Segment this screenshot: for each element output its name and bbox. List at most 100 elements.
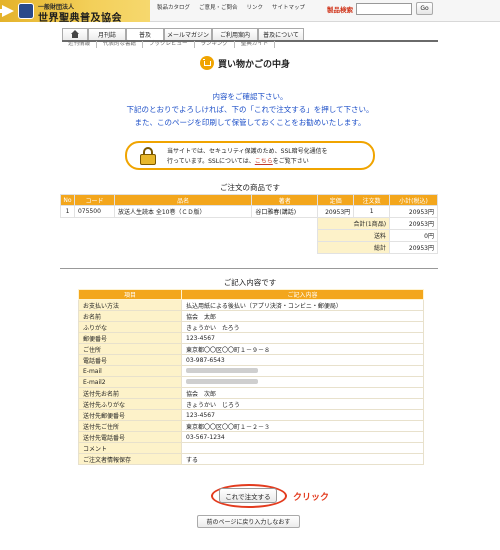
entry-value: きょうかい じろう — [181, 398, 424, 410]
tab-books[interactable]: 普及 — [126, 28, 164, 40]
col-price: 定価 — [317, 194, 355, 206]
entry-value-redacted — [181, 376, 424, 388]
click-annotation: クリック — [293, 493, 330, 503]
order-table: No コード 品名 著者 定価 注文数 小計(税込) 1 075500 放送人生… — [60, 194, 438, 254]
entry-value: きょうかい たろう — [181, 321, 424, 333]
intro-line: 下記のとおりでよろしければ、下の「これで注文する」を押して下さい。 — [126, 105, 374, 114]
tab-about[interactable]: 普及について — [258, 28, 304, 40]
top-link-sitemap[interactable]: サイトマップ — [272, 3, 305, 11]
entry-label: お支払い方法 — [78, 299, 182, 311]
intro-line: 内容をご確認下さい。 — [212, 92, 288, 101]
page-title: 買い物かごの中身 — [200, 56, 290, 70]
entry-value: 払込用紙による後払い（アプリ決済・コンビニ・郵便局） — [181, 299, 424, 311]
table-row: ご住所 東京都〇〇区〇〇町１－９－８ — [78, 343, 424, 355]
notice-line-2-end: をご覧下さい — [272, 157, 309, 165]
place-order-button[interactable]: これで注文する — [219, 488, 277, 503]
entry-label: ご住所 — [78, 343, 182, 355]
table-row: 電話番号 03-987-6543 — [78, 354, 424, 366]
top-links: 製品カタログ ご意見・ご問合 リンク サイトマップ — [157, 3, 305, 11]
entry-label: 電話番号 — [78, 354, 182, 366]
ssl-info-link[interactable]: こちら — [255, 158, 273, 165]
table-row: 送付先ふりがな きょうかい じろう — [78, 398, 424, 410]
entry-value: 協会 次郎 — [181, 387, 424, 399]
logo-title: 世界聖典普及協会 — [38, 13, 122, 24]
entry-label: 送付先郵便番号 — [78, 409, 182, 421]
entry-value: 123-4567 — [181, 332, 424, 344]
col-name: 品名 — [113, 194, 253, 206]
site-logo[interactable]: 一般財団法人 世界聖典普及協会 — [0, 0, 150, 24]
entry-label: 郵便番号 — [78, 332, 182, 344]
arrow-icon — [2, 5, 14, 17]
entry-label: E-mail2 — [78, 376, 182, 388]
col-author: 著者 — [251, 194, 319, 206]
summary-row: 送料 0円 — [60, 229, 438, 242]
subnav-review[interactable]: ブックレビュー — [143, 41, 195, 48]
order-section-title: ご注文の商品です — [220, 183, 280, 192]
tab-mail-magazine[interactable]: メールマガジン — [164, 28, 212, 40]
tab-guide[interactable]: ご利用案内 — [212, 28, 258, 40]
entry-value: 東京都〇〇区〇〇町１－９－８ — [181, 343, 424, 355]
entry-value — [181, 442, 424, 454]
entry-label: お名前 — [78, 310, 182, 322]
table-row: E-mail2 — [78, 376, 424, 388]
cell-author: 谷口雅春(講話) — [251, 205, 319, 218]
redacted-email — [186, 367, 258, 373]
cart-icon — [200, 56, 214, 70]
entry-label: ふりがな — [78, 321, 182, 333]
summary-value: 0円 — [389, 229, 438, 242]
subnav-representative[interactable]: 代表的な書籍 — [97, 41, 144, 48]
top-link-contact[interactable]: ご意見・ご問合 — [199, 3, 238, 11]
home-icon — [71, 29, 79, 38]
top-link-catalog[interactable]: 製品カタログ — [157, 3, 190, 11]
entry-label: E-mail — [78, 365, 182, 377]
search-label: 製品検索 — [327, 6, 353, 14]
col-no: No — [60, 194, 75, 206]
lock-icon — [140, 147, 156, 165]
subnav-scripture-guide[interactable]: 聖典ガイド — [235, 41, 276, 48]
entry-label: コメント — [78, 442, 182, 454]
main-nav: 月刊誌 普及 メールマガジン ご利用案内 普及について — [62, 28, 304, 40]
summary-value: 20953円 — [389, 241, 438, 254]
table-row: 送付先郵便番号 123-4567 — [78, 409, 424, 421]
summary-label: 総計 — [317, 241, 391, 254]
search-go-button[interactable]: Go — [416, 2, 433, 15]
entry-value-redacted — [181, 365, 424, 377]
entry-table: 項目 ご記入内容 お支払い方法 払込用紙による後払い（アプリ決済・コンビニ・郵便局… — [78, 289, 424, 465]
table-row: ご注文者情報保存 する — [78, 453, 424, 465]
table-row: コメント — [78, 442, 424, 454]
entry-label: 送付先ふりがな — [78, 398, 182, 410]
tab-monthly[interactable]: 月刊誌 — [88, 28, 126, 40]
subnav-new[interactable]: 近刊情報 — [62, 41, 98, 48]
col-content: ご記入内容 — [181, 289, 424, 300]
table-row: 送付先お名前 協会 次郎 — [78, 387, 424, 399]
subnav-ranking[interactable]: ランキング — [195, 41, 235, 48]
page-title-text: 買い物かごの中身 — [218, 59, 291, 70]
entry-label: 送付先電話番号 — [78, 431, 182, 443]
back-button[interactable]: 前のページに戻り入力しなおす — [197, 515, 300, 528]
top-header: 一般財団法人 世界聖典普及協会 製品カタログ ご意見・ご問合 リンク サイトマッ… — [0, 0, 500, 24]
sub-nav: 近刊情報 代表的な書籍 ブックレビュー ランキング 聖典ガイド — [62, 41, 276, 48]
cell-qty: 1 — [353, 205, 391, 218]
tab-home[interactable] — [62, 28, 88, 40]
table-row: お名前 協会 太郎 — [78, 310, 424, 322]
summary-label: 合計(1商品) — [317, 217, 391, 230]
table-row: 郵便番号 123-4567 — [78, 332, 424, 344]
table-row: 1 075500 放送人生読本 全10巻（ＣＤ版） 谷口雅春(講話) 20953… — [60, 205, 438, 218]
ssl-notice-text: 当サイトでは、セキュリティ保護のため、SSL暗号化通信を 行っています。SSLに… — [167, 147, 328, 166]
table-row: お支払い方法 払込用紙による後払い（アプリ決済・コンビニ・郵便局） — [78, 299, 424, 311]
summary-label: 送料 — [317, 229, 391, 242]
entry-label: ご注文者情報保存 — [78, 453, 182, 465]
search-input[interactable] — [356, 3, 412, 15]
cell-no: 1 — [60, 205, 75, 218]
cell-price: 20953円 — [317, 205, 355, 218]
table-row: 送付先ご住所 東京都〇〇区〇〇町１－２－３ — [78, 420, 424, 432]
notice-line-2: 行っています。SSLについては、 — [167, 157, 255, 165]
top-link-links[interactable]: リンク — [247, 3, 264, 11]
entry-value: 協会 太郎 — [181, 310, 424, 322]
entry-section-title: ご記入内容です — [223, 278, 277, 287]
summary-row: 合計(1商品) 20953円 — [60, 217, 438, 230]
emblem-icon — [18, 3, 34, 19]
col-qty: 注文数 — [353, 194, 391, 206]
ssl-notice: 当サイトでは、セキュリティ保護のため、SSL暗号化通信を 行っています。SSLに… — [125, 141, 375, 170]
redacted-email2 — [186, 378, 258, 384]
